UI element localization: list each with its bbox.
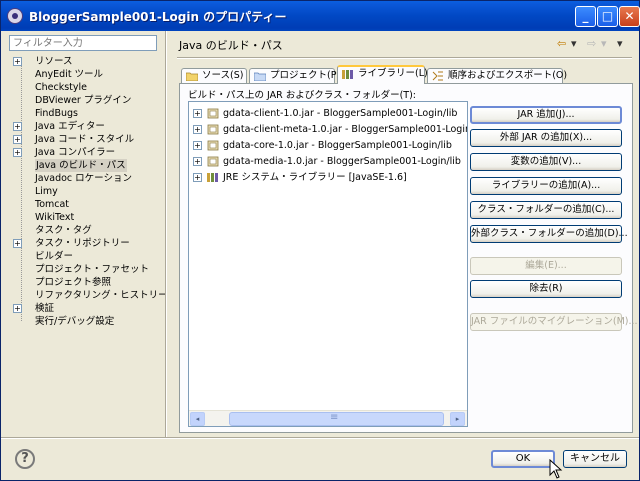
add-external-class-folder-button[interactable]: 外部クラス・フォルダーの追加(D)... bbox=[470, 225, 628, 243]
window-title: BloggerSample001-Login のプロパティー bbox=[29, 10, 287, 24]
pane-splitter[interactable] bbox=[165, 31, 167, 437]
tree-guide-line bbox=[21, 59, 22, 321]
expand-icon[interactable]: + bbox=[193, 141, 202, 150]
page-title: Java のビルド・パス bbox=[179, 39, 283, 52]
expand-icon[interactable]: + bbox=[13, 148, 22, 157]
footer-separator bbox=[1, 437, 639, 439]
minimize-button[interactable]: _ bbox=[575, 6, 596, 27]
jar-icon bbox=[207, 108, 219, 119]
library-icon bbox=[342, 70, 353, 79]
list-item[interactable]: + JRE システム・ライブラリー [JavaSE-1.6] bbox=[189, 170, 467, 185]
expand-icon[interactable]: + bbox=[13, 122, 22, 131]
jar-icon bbox=[207, 140, 219, 151]
title-separator bbox=[177, 57, 632, 59]
scroll-right-icon[interactable]: ▸ bbox=[450, 412, 465, 426]
expand-icon[interactable]: + bbox=[193, 173, 202, 182]
order-export-icon bbox=[432, 71, 443, 81]
page-nav: ⇦ ▾ ⇨ ▾ ▾ bbox=[557, 37, 629, 51]
forward-menu-icon: ▾ bbox=[601, 37, 607, 50]
add-library-button[interactable]: ライブラリーの追加(A)... bbox=[470, 177, 622, 195]
tab-order-export[interactable]: 順序およびエクスポート(O) bbox=[427, 68, 567, 84]
list-item[interactable]: + gdata-core-1.0.jar - BloggerSample001-… bbox=[189, 138, 467, 153]
list-item[interactable]: + gdata-client-meta-1.0.jar - BloggerSam… bbox=[189, 122, 467, 137]
expand-icon[interactable]: + bbox=[193, 157, 202, 166]
mouse-cursor-icon bbox=[549, 459, 563, 479]
eclipse-icon bbox=[7, 8, 23, 24]
property-tree: + リソース AnyEdit ツール Checkstyle DBViewer プ… bbox=[13, 56, 168, 327]
tab-projects[interactable]: プロジェクト(P) bbox=[249, 68, 340, 84]
properties-dialog: BloggerSample001-Login のプロパティー _ □ ✕ + リ… bbox=[0, 0, 640, 481]
maximize-icon: □ bbox=[601, 9, 614, 23]
list-item[interactable]: + gdata-client-1.0.jar - BloggerSample00… bbox=[189, 106, 467, 121]
filter-input[interactable] bbox=[9, 35, 157, 51]
library-icon bbox=[207, 173, 218, 182]
close-button[interactable]: ✕ bbox=[619, 6, 640, 27]
libraries-panel: ビルド・パス上の JAR およびクラス・フォルダー(T): + gdata-cl… bbox=[179, 83, 638, 433]
remove-button[interactable]: 除去(R) bbox=[470, 280, 622, 298]
expand-icon[interactable]: + bbox=[13, 57, 22, 66]
maximize-button[interactable]: □ bbox=[597, 6, 618, 27]
project-folder-icon bbox=[254, 72, 266, 81]
tab-source[interactable]: ソース(S) bbox=[181, 68, 247, 84]
title-bar[interactable]: BloggerSample001-Login のプロパティー _ □ ✕ bbox=[1, 1, 640, 31]
add-variable-button[interactable]: 変数の追加(V)... bbox=[470, 153, 622, 171]
scroll-left-icon[interactable]: ◂ bbox=[190, 412, 205, 426]
add-jar-button[interactable]: JAR 追加(J)... bbox=[470, 106, 622, 124]
help-icon[interactable]: ? bbox=[15, 449, 35, 469]
tab-libraries[interactable]: ライブラリー(L) bbox=[337, 65, 428, 84]
edit-button[interactable]: 編集(E)... bbox=[470, 257, 622, 275]
back-menu-icon[interactable]: ▾ bbox=[571, 37, 577, 50]
forward-icon: ⇨ bbox=[587, 37, 597, 50]
scroll-thumb[interactable] bbox=[229, 412, 444, 426]
horizontal-scrollbar[interactable]: ◂ ▸ bbox=[189, 410, 467, 426]
jar-icon bbox=[207, 124, 219, 135]
expand-icon[interactable]: + bbox=[193, 125, 202, 134]
folder-icon bbox=[186, 72, 198, 81]
expand-icon[interactable]: + bbox=[13, 239, 22, 248]
minimize-icon: _ bbox=[582, 9, 589, 23]
jar-list[interactable]: + gdata-client-1.0.jar - BloggerSample00… bbox=[188, 101, 468, 427]
jar-icon bbox=[207, 156, 219, 167]
expand-icon[interactable]: + bbox=[13, 304, 22, 313]
cancel-button[interactable]: キャンセル bbox=[563, 450, 627, 468]
close-icon: ✕ bbox=[624, 9, 635, 23]
list-item[interactable]: + gdata-media-1.0.jar - BloggerSample001… bbox=[189, 154, 467, 169]
ok-button[interactable]: OK bbox=[491, 450, 555, 468]
jar-list-label: ビルド・パス上の JAR およびクラス・フォルダー(T): bbox=[188, 90, 417, 101]
expand-icon[interactable]: + bbox=[193, 109, 202, 118]
expand-icon[interactable]: + bbox=[13, 135, 22, 144]
back-icon[interactable]: ⇦ bbox=[557, 37, 566, 50]
add-external-jar-button[interactable]: 外部 JAR の追加(X)... bbox=[470, 129, 622, 147]
add-class-folder-button[interactable]: クラス・フォルダーの追加(C)... bbox=[470, 201, 622, 219]
migrate-jar-button[interactable]: JAR ファイルのマイグレーション(M)... bbox=[470, 313, 638, 331]
view-menu-icon[interactable]: ▾ bbox=[617, 37, 623, 50]
